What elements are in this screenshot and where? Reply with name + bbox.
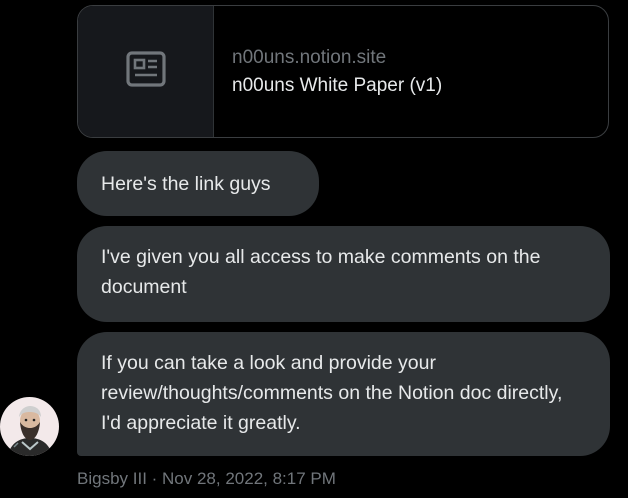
message-bubble: If you can take a look and provide your … [77, 332, 610, 456]
link-title[interactable]: n00uns White Paper (v1) [232, 72, 442, 100]
message-meta: Bigsby III · Nov 28, 2022, 8:17 PM [77, 469, 336, 488]
avatar[interactable] [0, 397, 59, 456]
message-text: I've given you all access to make commen… [101, 246, 541, 298]
message-bubble: I've given you all access to make commen… [77, 226, 610, 322]
link-thumbnail [78, 6, 214, 137]
link-preview-card[interactable]: n00uns.notion.site n00uns White Paper (v… [77, 5, 609, 138]
message-bubble: Here's the link guys [77, 151, 319, 216]
message-text: If you can take a look and provide your … [101, 352, 563, 434]
link-domain: n00uns.notion.site [232, 46, 387, 68]
article-icon [125, 51, 166, 92]
link-text: n00uns.notion.site n00uns White Paper (v… [214, 6, 442, 137]
message-text: Here's the link guys [101, 173, 271, 195]
